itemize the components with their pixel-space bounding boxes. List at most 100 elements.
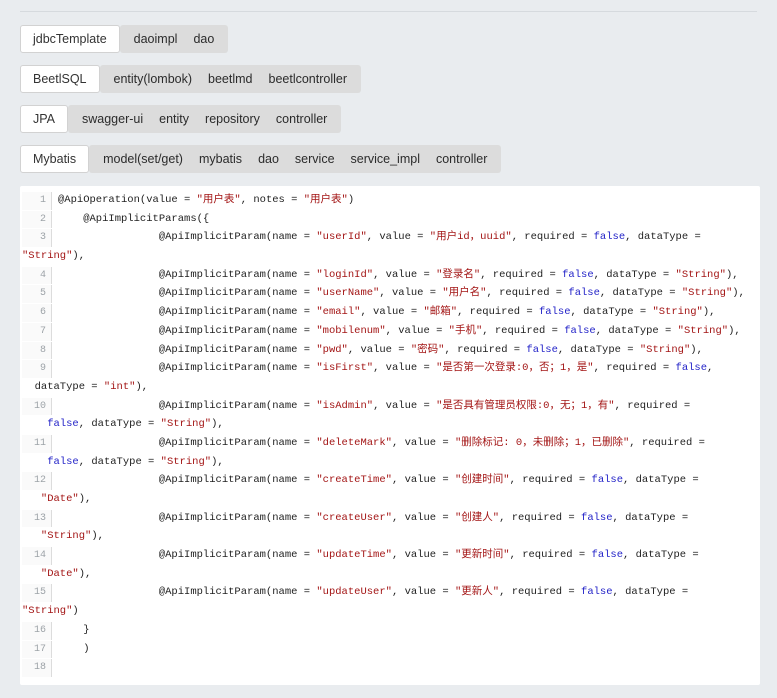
code-text: , required = bbox=[510, 474, 592, 486]
code-text: @ApiImplicitParam(name = bbox=[58, 287, 316, 299]
line-number: 17 bbox=[22, 641, 52, 659]
code-text: ), bbox=[728, 325, 741, 337]
line-number: 18 bbox=[22, 659, 52, 677]
code-string: "createTime" bbox=[316, 474, 392, 486]
code-string: "手机" bbox=[449, 325, 483, 337]
file-tab-list: daoimpldao bbox=[120, 25, 229, 53]
code-text: , value = bbox=[392, 586, 455, 598]
tab-dao[interactable]: dao bbox=[250, 145, 287, 173]
code-keyword: false bbox=[581, 512, 613, 524]
code-text: , required = bbox=[486, 287, 568, 299]
code-string: "邮箱" bbox=[423, 306, 457, 318]
framework-group: jdbcTemplate daoimpldao bbox=[20, 25, 757, 53]
code-string: "userName" bbox=[316, 287, 379, 299]
code-text: , dataType = bbox=[571, 306, 653, 318]
tab-swagger-ui[interactable]: swagger-ui bbox=[74, 105, 151, 133]
code-string: "deleteMark" bbox=[316, 437, 392, 449]
framework-group: BeetlSQL entity(lombok)beetlmdbeetlcontr… bbox=[20, 65, 757, 93]
line-number: 3 bbox=[22, 229, 52, 247]
tab-dao[interactable]: dao bbox=[185, 25, 222, 53]
code-viewer[interactable]: 1@ApiOperation(value = "用户表", notes = "用… bbox=[20, 186, 760, 685]
code-string: "Date" bbox=[41, 493, 79, 505]
top-divider bbox=[20, 11, 757, 12]
tab-beetlmd[interactable]: beetlmd bbox=[200, 65, 260, 93]
code-text: ), bbox=[703, 306, 716, 318]
code-line-13: 13 @ApiImplicitParam(name = "createUser"… bbox=[22, 509, 760, 528]
code-string: "pwd" bbox=[316, 344, 348, 356]
line-number: 11 bbox=[22, 435, 52, 453]
code-string: "String" bbox=[640, 344, 690, 356]
code-text: , required = bbox=[444, 344, 526, 356]
code-string: "String" bbox=[22, 605, 72, 617]
code-text: , bbox=[707, 362, 713, 374]
page-root: jdbcTemplate daoimpldao BeetlSQL entity(… bbox=[0, 11, 777, 685]
tab-entity[interactable]: entity bbox=[151, 105, 197, 133]
code-string: "用户id，uuid" bbox=[430, 231, 512, 243]
code-string: "updateUser" bbox=[316, 586, 392, 598]
code-string: "String" bbox=[678, 325, 728, 337]
group-label-mybatis: Mybatis bbox=[20, 145, 89, 173]
code-text: @ApiImplicitParam(name = bbox=[58, 474, 316, 486]
code-string: "登录名" bbox=[436, 269, 480, 281]
tab-mybatis[interactable]: mybatis bbox=[191, 145, 250, 173]
tab-controller[interactable]: controller bbox=[428, 145, 495, 173]
code-text: , dataType = bbox=[613, 586, 689, 598]
code-string: "userId" bbox=[316, 231, 366, 243]
code-text: ), bbox=[732, 287, 745, 299]
tab-entity-lombok[interactable]: entity(lombok) bbox=[106, 65, 201, 93]
code-line-6: 6 @ApiImplicitParam(name = "email", valu… bbox=[22, 303, 760, 322]
code-string: "isAdmin" bbox=[316, 400, 373, 412]
line-number: 15 bbox=[22, 584, 52, 602]
code-text: ), bbox=[72, 250, 85, 262]
code-line-wrap: "Date"), bbox=[22, 565, 760, 584]
code-string: "更新人" bbox=[455, 586, 499, 598]
code-text: dataType = bbox=[22, 381, 104, 393]
code-text: ), bbox=[91, 530, 104, 542]
code-text: , required = bbox=[482, 325, 564, 337]
tab-service-impl[interactable]: service_impl bbox=[343, 145, 428, 173]
code-string: "loginId" bbox=[316, 269, 373, 281]
code-line-10: 10 @ApiImplicitParam(name = "isAdmin", v… bbox=[22, 397, 760, 416]
code-text: @ApiImplicitParam(name = bbox=[58, 231, 316, 243]
code-line-12: 12 @ApiImplicitParam(name = "createTime"… bbox=[22, 471, 760, 490]
code-text bbox=[22, 568, 41, 580]
code-text: , dataType = bbox=[596, 325, 678, 337]
tab-service[interactable]: service bbox=[287, 145, 343, 173]
tab-beetlcontroller[interactable]: beetlcontroller bbox=[261, 65, 356, 93]
code-text: , required = bbox=[594, 362, 676, 374]
code-keyword: false bbox=[568, 287, 600, 299]
code-string: "用户名" bbox=[442, 287, 486, 299]
code-text: , required = bbox=[499, 512, 581, 524]
code-line-7: 7 @ApiImplicitParam(name = "mobilenum", … bbox=[22, 322, 760, 341]
code-text: , dataType = bbox=[600, 287, 682, 299]
code-text: , value = bbox=[373, 400, 436, 412]
code-string: "isFirst" bbox=[316, 362, 373, 374]
code-text: , value = bbox=[392, 512, 455, 524]
code-text: , value = bbox=[392, 437, 455, 449]
code-keyword: false bbox=[581, 586, 613, 598]
code-string: "创建人" bbox=[455, 512, 499, 524]
code-string: "int" bbox=[104, 381, 136, 393]
code-text: , notes = bbox=[241, 194, 304, 206]
tab-daoimpl[interactable]: daoimpl bbox=[126, 25, 186, 53]
code-text: , value = bbox=[379, 287, 442, 299]
code-text: , required = bbox=[457, 306, 539, 318]
code-text bbox=[22, 418, 47, 430]
code-keyword: false bbox=[539, 306, 571, 318]
tab-model-set-get[interactable]: model(set/get) bbox=[95, 145, 191, 173]
code-string: "用户表" bbox=[197, 194, 241, 206]
code-text: @ApiImplicitParam(name = bbox=[58, 269, 316, 281]
code-text: ), bbox=[726, 269, 739, 281]
code-line-18: 18 bbox=[22, 658, 760, 677]
code-line-16: 16 } bbox=[22, 621, 760, 640]
line-number: 2 bbox=[22, 211, 52, 229]
code-text: @ApiOperation(value = bbox=[58, 194, 197, 206]
tab-repository[interactable]: repository bbox=[197, 105, 268, 133]
code-line-1: 1@ApiOperation(value = "用户表", notes = "用… bbox=[22, 191, 760, 210]
line-number: 4 bbox=[22, 267, 52, 285]
tab-controller[interactable]: controller bbox=[268, 105, 335, 133]
code-keyword: false bbox=[594, 231, 626, 243]
code-text: , required = bbox=[510, 549, 592, 561]
code-keyword: false bbox=[564, 325, 596, 337]
code-text: @ApiImplicitParam(name = bbox=[58, 362, 316, 374]
